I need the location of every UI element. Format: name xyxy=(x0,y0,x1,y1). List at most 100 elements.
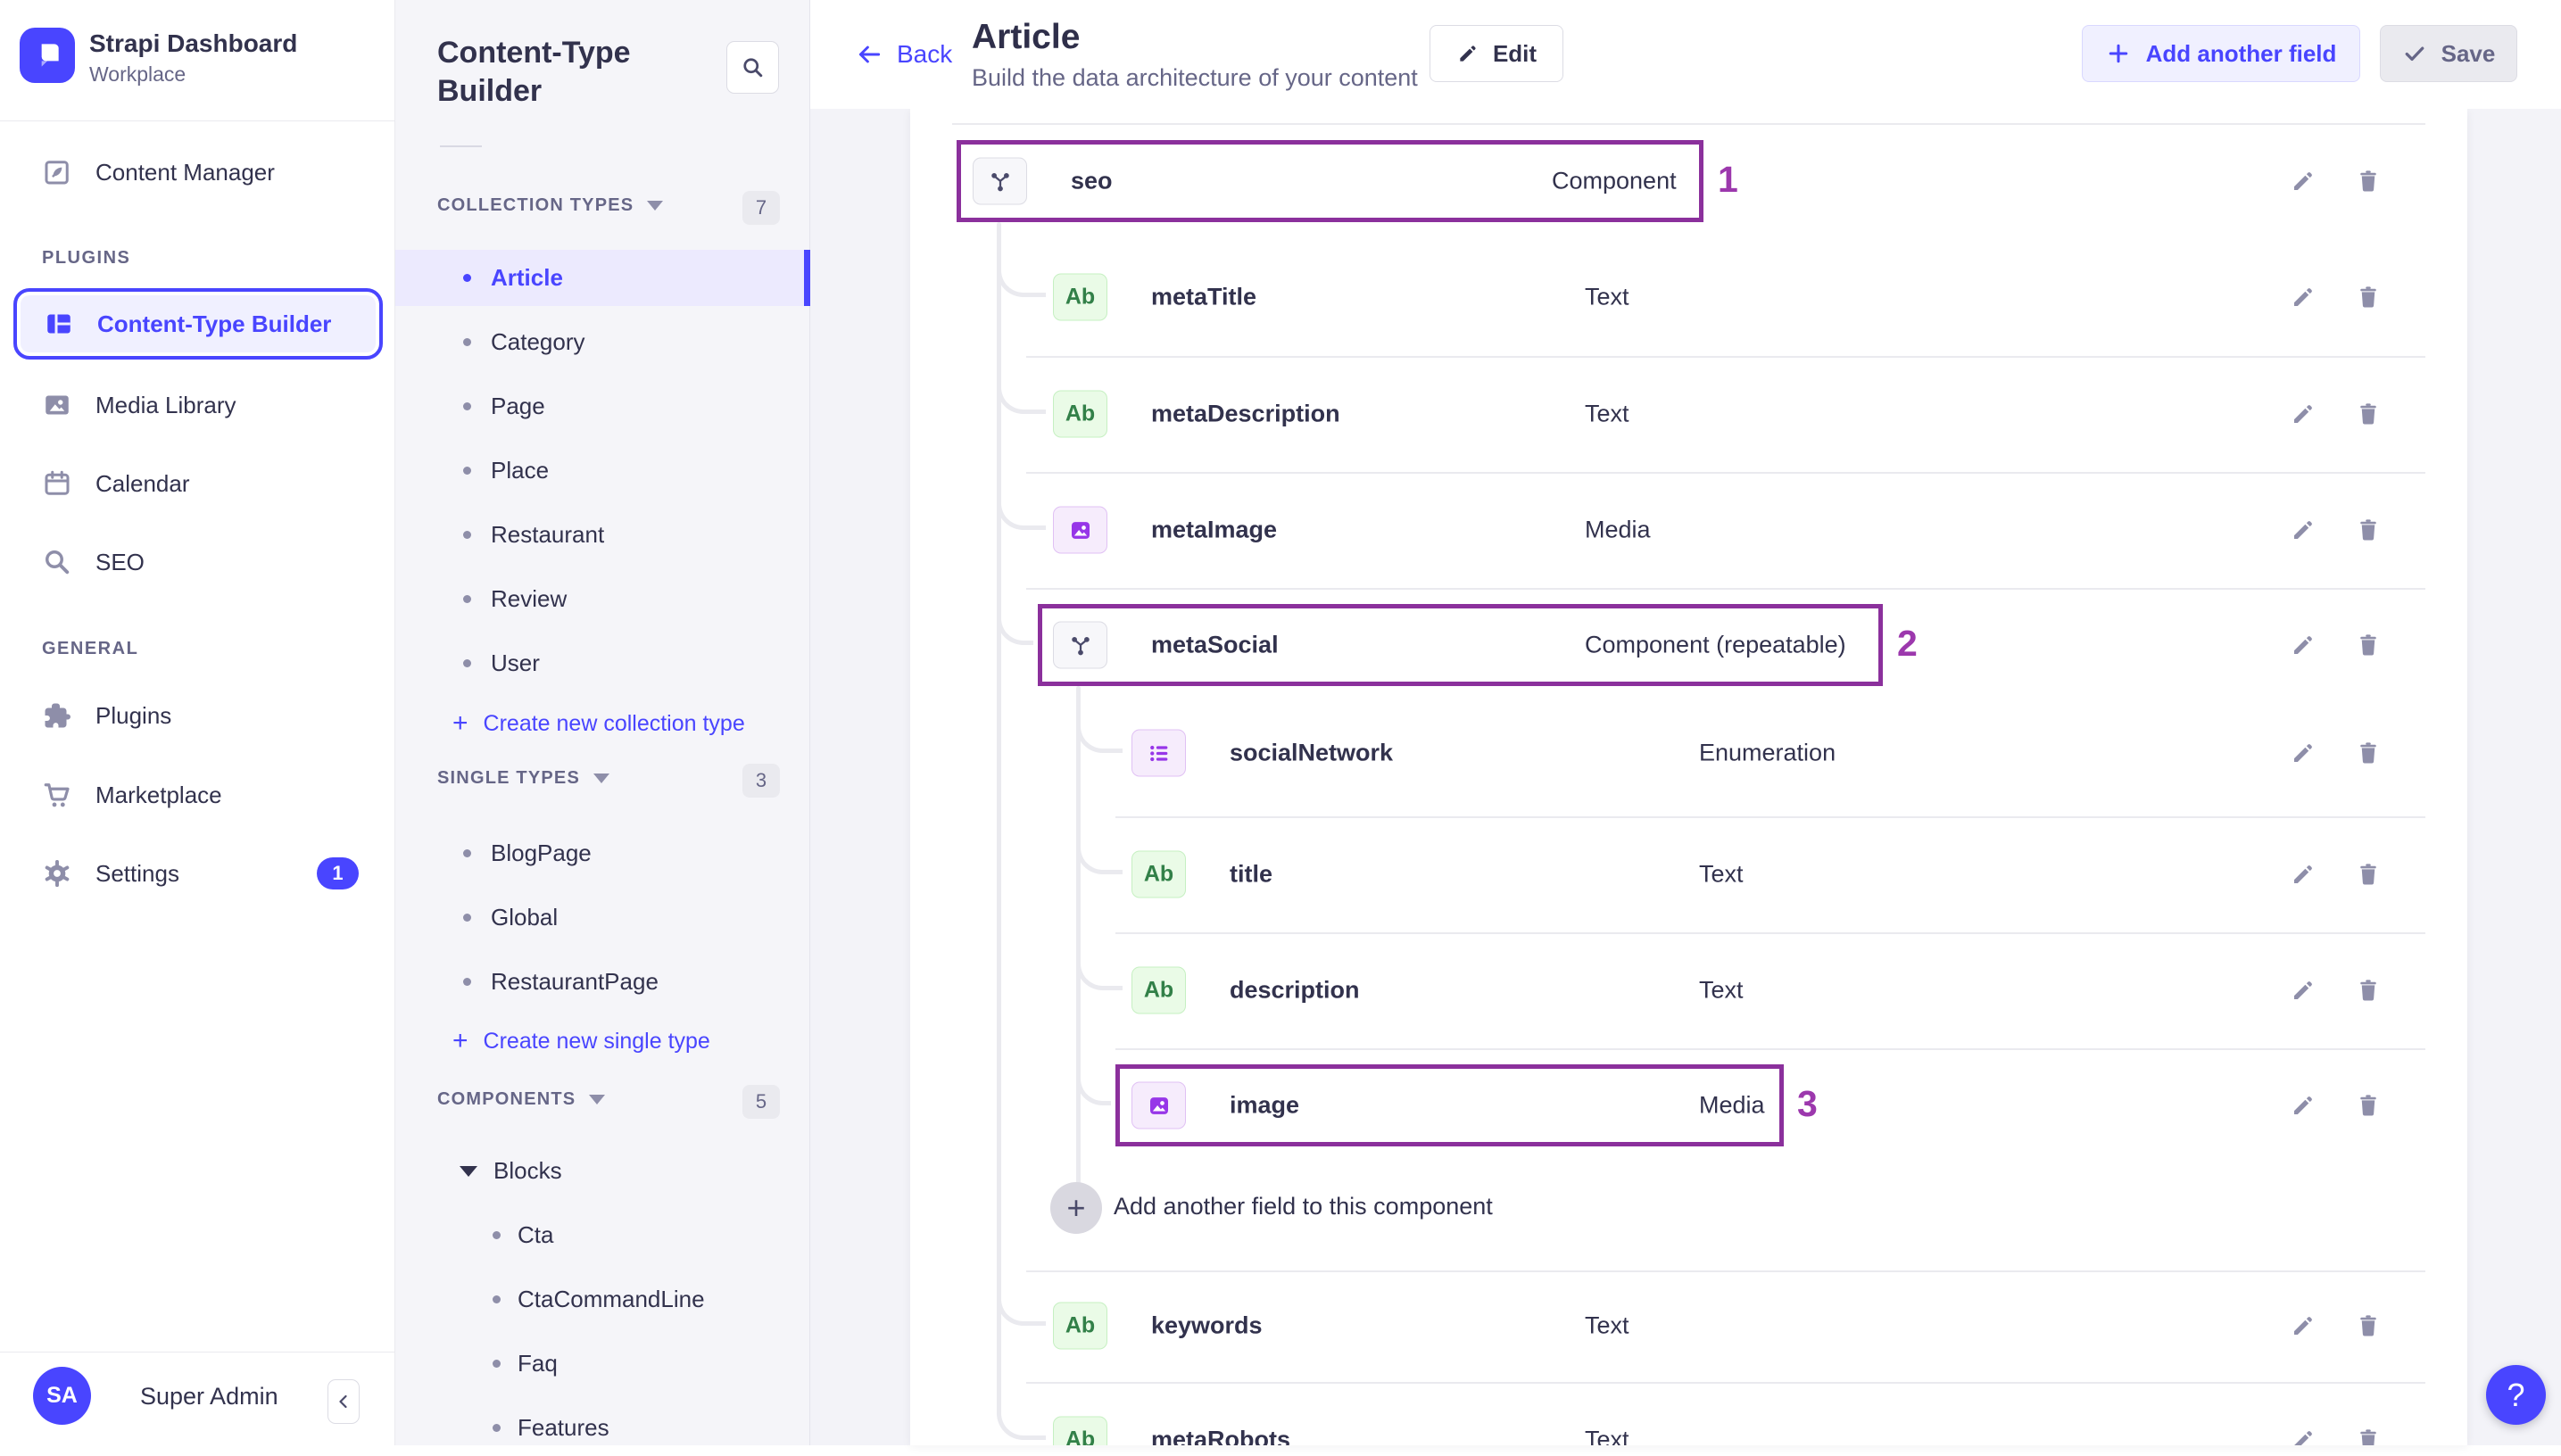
add-another-field-button[interactable]: Add another field xyxy=(2082,25,2360,82)
plugins-section-label: PLUGINS xyxy=(42,248,131,268)
sidebar-item-media-library[interactable]: Media Library xyxy=(0,376,395,434)
collapse-sidebar-button[interactable] xyxy=(327,1379,360,1424)
section-label: COMPONENTS xyxy=(437,1089,576,1109)
back-button[interactable]: Back xyxy=(855,0,952,109)
bullet-icon xyxy=(463,595,471,603)
workspace-name: Workplace xyxy=(89,62,186,86)
divider xyxy=(1115,816,2425,818)
edit-field-button[interactable] xyxy=(2284,856,2322,893)
delete-field-button[interactable] xyxy=(2350,856,2387,893)
field-row-keywords: Ab keywords Text xyxy=(910,1296,2467,1355)
sidebar-item-marketplace[interactable]: Marketplace xyxy=(0,765,395,824)
delete-field-button[interactable] xyxy=(2350,734,2387,772)
field-name: metaTitle xyxy=(1151,283,1257,310)
active-indicator xyxy=(804,250,810,306)
field-type: Component xyxy=(1552,167,1677,194)
sidebar-item-plugins[interactable]: Plugins xyxy=(0,686,395,745)
sidebar-item-label: Media Library xyxy=(95,391,236,418)
edit-field-button[interactable] xyxy=(2284,1087,2322,1124)
edit-field-button[interactable] xyxy=(2284,278,2322,316)
delete-field-button[interactable] xyxy=(2350,1421,2387,1445)
sidebar-item-global[interactable]: Global xyxy=(395,889,810,946)
app-title: Strapi Dashboard xyxy=(89,29,298,57)
delete-field-button[interactable] xyxy=(2350,1307,2387,1344)
sidebar-item-features[interactable]: Features xyxy=(395,1400,810,1456)
edit-field-button[interactable] xyxy=(2284,972,2322,1009)
edit-field-button[interactable] xyxy=(2284,162,2322,200)
field-name: image xyxy=(1230,1091,1300,1119)
edit-field-button[interactable] xyxy=(2284,395,2322,433)
avatar[interactable]: SA xyxy=(33,1367,91,1425)
edit-button[interactable]: Edit xyxy=(1430,25,1563,82)
component-group-blocks[interactable]: Blocks xyxy=(395,1143,810,1199)
tour-step-number-1: 1 xyxy=(1718,159,1738,200)
sidebar-item-calendar[interactable]: Calendar xyxy=(0,454,395,513)
plus-icon: + xyxy=(452,708,468,738)
edit-field-button[interactable] xyxy=(2284,511,2322,549)
plus-icon: + xyxy=(452,1026,468,1055)
sidebar-item-content-type-builder[interactable]: Content-Type Builder xyxy=(13,288,383,360)
field-type: Media xyxy=(1585,516,1651,543)
item-label: Place xyxy=(491,457,550,484)
components-header[interactable]: COMPONENTS xyxy=(437,1089,606,1110)
single-types-header[interactable]: SINGLE TYPES xyxy=(437,768,609,789)
save-label: Save xyxy=(2441,39,2496,67)
field-row-metaimage: metaImage Media xyxy=(910,500,2467,559)
bullet-icon xyxy=(493,1231,501,1239)
text-field-icon: Ab xyxy=(1131,966,1186,1014)
delete-field-button[interactable] xyxy=(2350,1087,2387,1124)
sidebar-item-cta[interactable]: Cta xyxy=(395,1207,810,1263)
sidebar-item-restaurantpage[interactable]: RestaurantPage xyxy=(395,954,810,1010)
edit-field-button[interactable] xyxy=(2284,1307,2322,1344)
tour-step-number-2: 2 xyxy=(1897,623,1918,664)
help-button[interactable]: ? xyxy=(2486,1365,2546,1425)
sidebar-item-page[interactable]: Page xyxy=(395,378,810,434)
settings-notification-badge: 1 xyxy=(317,857,359,889)
text-field-icon: Ab xyxy=(1053,1416,1107,1445)
edit-field-button[interactable] xyxy=(2284,734,2322,772)
delete-field-button[interactable] xyxy=(2350,278,2387,316)
save-button[interactable]: Save xyxy=(2380,25,2517,82)
sidebar-item-restaurant[interactable]: Restaurant xyxy=(395,507,810,563)
sidebar-item-seo[interactable]: SEO xyxy=(0,533,395,592)
field-row-seo: seo Component xyxy=(910,152,2467,211)
create-collection-type-link[interactable]: + Create new collection type xyxy=(395,706,810,741)
components-count: 5 xyxy=(742,1085,780,1119)
content-type-builder-panel: Content-Type Builder COLLECTION TYPES 7 … xyxy=(395,0,810,1445)
strapi-logo[interactable] xyxy=(20,28,75,83)
chevron-left-icon xyxy=(339,1394,347,1409)
sidebar-item-blogpage[interactable]: BlogPage xyxy=(395,825,810,881)
field-row-metarobots: Ab metaRobots Text xyxy=(910,1410,2467,1445)
delete-field-button[interactable] xyxy=(2350,972,2387,1009)
collection-types-header[interactable]: COLLECTION TYPES xyxy=(437,195,664,216)
sidebar-item-ctacommandline[interactable]: CtaCommandLine xyxy=(395,1271,810,1328)
sidebar-item-place[interactable]: Place xyxy=(395,443,810,499)
delete-field-button[interactable] xyxy=(2350,162,2387,200)
media-field-icon xyxy=(1131,1081,1186,1129)
sidebar-item-category[interactable]: Category xyxy=(395,314,810,370)
arrow-left-icon xyxy=(858,46,881,63)
field-type: Component (repeatable) xyxy=(1585,631,1846,658)
delete-field-button[interactable] xyxy=(2350,626,2387,664)
sidebar-item-review[interactable]: Review xyxy=(395,571,810,627)
divider xyxy=(1026,1270,2425,1272)
divider xyxy=(1026,588,2425,590)
field-name: metaRobots xyxy=(1151,1426,1291,1446)
sidebar-item-faq[interactable]: Faq xyxy=(395,1336,810,1392)
field-name: metaDescription xyxy=(1151,400,1340,427)
add-component-field-button[interactable]: + xyxy=(1050,1182,1102,1234)
sidebar-item-article[interactable]: Article xyxy=(395,250,810,306)
edit-field-button[interactable] xyxy=(2284,626,2322,664)
field-row-title: Ab title Text xyxy=(910,845,2467,904)
text-field-icon: Ab xyxy=(1131,850,1186,898)
sidebar-item-content-manager[interactable]: Content Manager xyxy=(0,143,395,202)
edit-field-button[interactable] xyxy=(2284,1421,2322,1445)
delete-field-button[interactable] xyxy=(2350,511,2387,549)
search-button[interactable] xyxy=(726,41,779,94)
sidebar-item-user[interactable]: User xyxy=(395,635,810,691)
delete-field-button[interactable] xyxy=(2350,395,2387,433)
add-component-field-label[interactable]: Add another field to this component xyxy=(1114,1193,1493,1220)
create-single-type-link[interactable]: + Create new single type xyxy=(395,1023,810,1059)
chevron-down-icon xyxy=(460,1165,477,1177)
single-types-count: 3 xyxy=(742,764,780,798)
